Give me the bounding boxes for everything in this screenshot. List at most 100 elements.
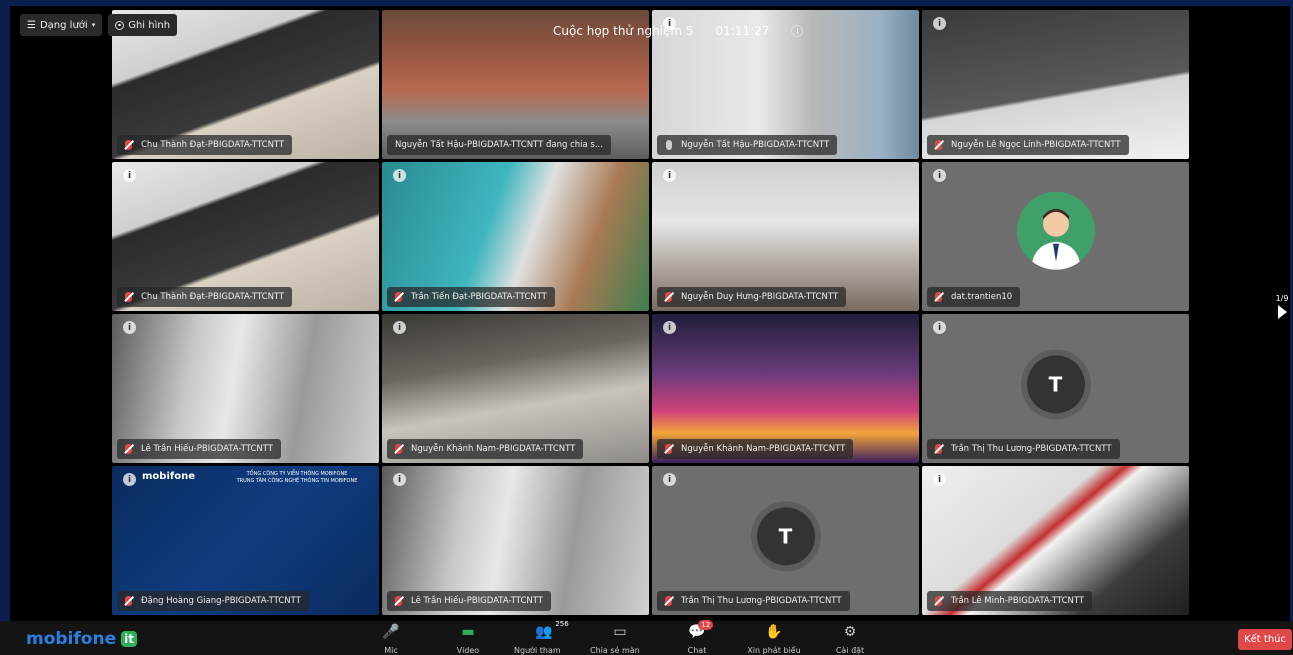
participant-name: Nguyễn Duy Hưng-PBIGDATA-TTCNTT [681,292,839,302]
end-meeting-button[interactable]: Kết thúc [1238,629,1292,650]
mic-off-icon [125,596,132,606]
mic-off-icon [935,292,942,302]
mic-off-icon [665,292,672,302]
mic-off-icon [935,140,942,150]
mic-off-icon [395,596,402,606]
participant-name: Trần Thị Thu Lương-PBIGDATA-TTCNTT [681,596,842,606]
participant-tile[interactable]: i Nguyễn Duy Hưng-PBIGDATA-TTCNTT [652,162,919,311]
record-label: Ghi hình [128,19,171,31]
participant-name-tag: Chu Thành Đạt-PBIGDATA-TTCNTT [117,135,293,155]
participant-name: Trần Thị Thu Lương-PBIGDATA-TTCNTT [951,444,1112,454]
toolbar-participants-button[interactable]: 👥256 Người tham gia [514,620,574,655]
info-icon[interactable]: i [933,321,946,334]
participant-name-tag: Nguyễn Tất Hậu-PBIGDATA-TTCNTT [657,135,838,155]
info-icon[interactable]: i [123,321,136,334]
mic-off-icon: 🎤 [382,623,400,640]
info-icon[interactable]: i [933,169,946,182]
participant-tile[interactable]: i Nguyễn Lê Ngọc Linh-PBIGDATA-TTCNTT [922,10,1189,159]
info-icon[interactable]: i [663,169,676,182]
toolbar-label: Cài đặt [835,646,865,655]
participant-name: Trần Lê Minh-PBIGDATA-TTCNTT [951,596,1085,606]
record-icon [115,20,125,30]
brand-logo: mobifone it [26,629,137,649]
info-icon[interactable]: i [393,473,406,486]
participant-name: Chu Thành Đạt-PBIGDATA-TTCNTT [141,140,285,150]
mic-off-icon [935,596,942,606]
pagination: 1/9 [1275,294,1289,319]
participant-name-tag: Nguyễn Khánh Nam-PBIGDATA-TTCNTT [657,439,854,459]
participant-name: Trần Tiến Đạt-PBIGDATA-TTCNTT [411,292,547,302]
bg-line-2: TRUNG TÂM CÔNG NGHỆ THÔNG TIN MOBIFONE [236,478,358,484]
participant-name: Đặng Hoàng Giang-PBIGDATA-TTCNTT [141,596,301,606]
participant-name-tag: Đặng Hoàng Giang-PBIGDATA-TTCNTT [117,591,309,611]
info-icon[interactable]: i [123,169,136,182]
toolbar-label: Xin phát biểu [747,646,801,655]
meeting-info-icon[interactable]: i [791,25,804,37]
participant-name-tag: Nguyễn Duy Hưng-PBIGDATA-TTCNTT [657,287,847,307]
participant-tile[interactable]: Ti Trần Thị Thu Lương-PBIGDATA-TTCNTT [922,314,1189,463]
info-icon[interactable]: i [663,321,676,334]
toolbar-raise-hand-button[interactable]: ✋ Xin phát biểu [744,623,804,655]
participant-name-tag: Trần Thị Thu Lương-PBIGDATA-TTCNTT [927,439,1120,459]
participant-tile[interactable]: mobifone TỔNG CÔNG TY VIỄN THÔNG MOBIFONE… [112,466,379,615]
toolbar-mic-off-button[interactable]: 🎤 Mic [361,623,421,655]
participant-name: Nguyễn Khánh Nam-PBIGDATA-TTCNTT [681,444,846,454]
participant-tile[interactable]: i Lê Trần Hiếu-PBIGDATA-TTCNTT [112,314,379,463]
mic-off-icon [395,444,402,454]
toolbar-share-screen-button[interactable]: ▭ Chia sẻ màn hình [590,623,650,655]
participant-tile[interactable]: i Nguyễn Khánh Nam-PBIGDATA-TTCNTT [652,314,919,463]
info-icon[interactable]: i [123,473,136,486]
participant-name-tag: Trần Lê Minh-PBIGDATA-TTCNTT [927,591,1093,611]
participant-name-tag: dat.trantien10 [927,287,1021,307]
toolbar-chat-button[interactable]: 💬 12 Chat [667,620,727,655]
mic-off-icon [665,596,672,606]
meeting-info: Cuộc họp thử nghiệm 5 01:11:27 i [553,24,804,38]
toolbar-gear-button[interactable]: ⚙ Cài đặt [820,623,880,655]
mic-off-icon [125,444,132,454]
participant-tile[interactable]: i Trần Tiến Đạt-PBIGDATA-TTCNTT [382,162,649,311]
video-grid: Chu Thành Đạt-PBIGDATA-TTCNTT Nguyễn Tất … [112,10,1189,615]
bg-logo: mobifone [142,471,195,482]
logo-badge: it [121,631,137,647]
participant-tile[interactable]: i dat.trantien10 [922,162,1189,311]
info-icon[interactable]: i [933,17,946,30]
share-screen-icon: ▭ [613,623,627,640]
layout-label: Dạng lưới [39,19,88,31]
record-button[interactable]: Ghi hình [108,14,178,36]
bg-line-1: TỔNG CÔNG TY VIỄN THÔNG MOBIFONE [246,471,348,477]
participant-tile[interactable]: i Chu Thành Đạt-PBIGDATA-TTCNTT [112,162,379,311]
toolbar-video-button[interactable]: ▬ Video [438,623,498,655]
mic-off-icon [395,292,402,302]
participants-icon: 👥 [535,623,553,640]
participant-name: Nguyễn Tất Hậu-PBIGDATA-TTCNTT đang chia… [395,140,603,150]
participant-count: 256 [555,620,569,628]
info-icon[interactable]: i [393,321,406,334]
participant-name: Lê Trần Hiếu-PBIGDATA-TTCNTT [141,444,274,454]
participant-tile[interactable]: Ti Trần Thị Thu Lương-PBIGDATA-TTCNTT [652,466,919,615]
mic-icon [666,140,672,150]
next-page-icon[interactable] [1277,305,1287,319]
page-label: 1/9 [1275,294,1289,303]
info-icon[interactable]: i [663,473,676,486]
toolbar-label: Người tham gia [514,646,561,655]
participant-tile[interactable]: i Lê Trần Hiếu-PBIGDATA-TTCNTT [382,466,649,615]
info-icon[interactable]: i [393,169,406,182]
participant-name: Nguyễn Tất Hậu-PBIGDATA-TTCNTT [681,140,830,150]
participant-name-tag: Lê Trần Hiếu-PBIGDATA-TTCNTT [387,591,552,611]
participant-name-tag: Chu Thành Đạt-PBIGDATA-TTCNTT [117,287,293,307]
participant-tile[interactable]: i Nguyễn Khánh Nam-PBIGDATA-TTCNTT [382,314,649,463]
participant-tile[interactable]: i Trần Lê Minh-PBIGDATA-TTCNTT [922,466,1189,615]
toolbar-label: Chat [687,646,707,655]
meeting-timer: 01:11:27 [715,24,770,38]
info-icon[interactable]: i [933,473,946,486]
participant-name-tag: Nguyễn Lê Ngọc Linh-PBIGDATA-TTCNTT [927,135,1129,155]
raise-hand-icon: ✋ [765,623,783,640]
chevron-down-icon: ▾ [91,21,96,29]
chat-badge: 12 [698,620,714,630]
participant-initial: T [756,506,815,565]
participant-name-tag: Trần Thị Thu Lương-PBIGDATA-TTCNTT [657,591,850,611]
participant-name: Lê Trần Hiếu-PBIGDATA-TTCNTT [411,596,544,606]
participant-name-tag: Trần Tiến Đạt-PBIGDATA-TTCNTT [387,287,555,307]
mic-off-icon [125,140,132,150]
layout-dropdown[interactable]: ☰ Dạng lưới ▾ [20,14,103,36]
